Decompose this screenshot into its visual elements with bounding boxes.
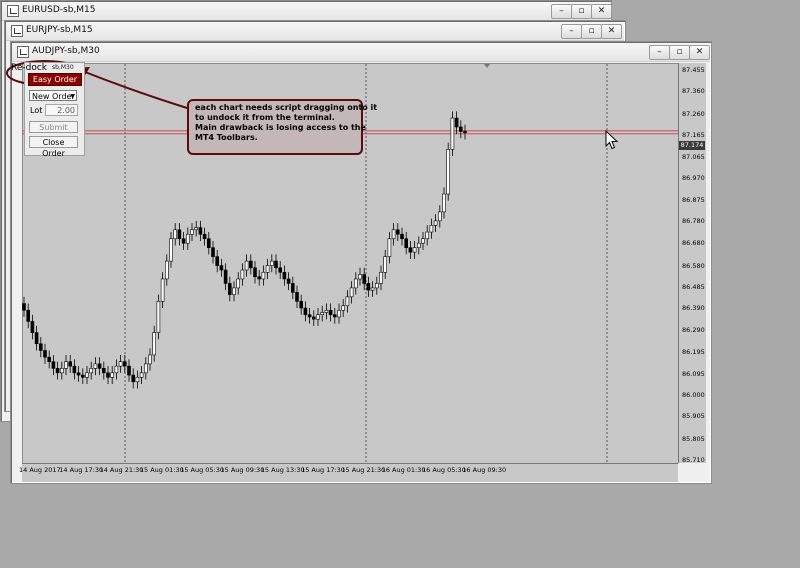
restore-icon: ▫ xyxy=(578,6,585,16)
time-tick-label: 14 Aug 21:30 xyxy=(99,466,144,474)
annotation-line: MT4 Toolbars. xyxy=(195,133,258,142)
price-tick-label: 87.260 xyxy=(682,109,705,118)
price-tick-label: 86.095 xyxy=(682,369,705,378)
price-tick-label: 86.970 xyxy=(682,174,705,183)
time-tick-label: 14 Aug 2017 xyxy=(19,466,61,474)
window-title: EURJPY-sb,M15 xyxy=(26,25,93,35)
price-tick-label: 87.360 xyxy=(682,87,705,96)
minimize-button[interactable]: – xyxy=(561,24,582,39)
price-tick-label: 86.195 xyxy=(682,347,705,356)
window-title: AUDJPY-sb,M30 xyxy=(32,46,100,56)
restore-icon: ▫ xyxy=(676,47,683,57)
time-tick-label: 15 Aug 21:30 xyxy=(341,466,386,474)
close-icon: ✕ xyxy=(695,47,704,57)
submit-button[interactable]: Submit xyxy=(29,121,78,133)
annotation-callout: each chart needs script dragging onto it… xyxy=(187,99,378,155)
time-tick-label: 16 Aug 05:30 xyxy=(422,466,466,474)
price-tick-label: 86.680 xyxy=(682,239,705,248)
annotation-line: to undock it from the terminal. xyxy=(195,113,335,122)
price-tick-label: 85.805 xyxy=(682,434,705,443)
close-icon: ✕ xyxy=(607,26,616,36)
restore-icon: ▫ xyxy=(588,26,595,36)
price-tick-label: 86.290 xyxy=(682,326,705,335)
chart-window-icon xyxy=(17,46,29,58)
minimize-icon: – xyxy=(559,6,564,16)
mouse-cursor-icon xyxy=(605,130,619,150)
timeframe-label: sb,M30 xyxy=(52,64,74,71)
annotation-line: each chart needs script dragging onto it xyxy=(195,103,378,112)
time-tick-label: 15 Aug 01:30 xyxy=(139,466,184,474)
minimize-button[interactable]: – xyxy=(551,4,572,19)
time-tick-label: 15 Aug 13:30 xyxy=(260,466,305,474)
window-titlebar[interactable]: AUDJPY-sb,M30 – ▫ ✕ xyxy=(12,43,710,62)
price-tick-label: 87.455 xyxy=(682,66,705,74)
lot-label: Lot xyxy=(30,106,43,115)
close-icon: ✕ xyxy=(597,6,606,16)
close-button[interactable]: ✕ xyxy=(601,24,622,39)
price-tick-label: 86.780 xyxy=(682,216,705,225)
current-price-label: 87.174 xyxy=(679,141,705,150)
time-tick-label: 14 Aug 17:30 xyxy=(59,466,104,474)
annotation-line: Main drawback is losing access to the xyxy=(195,123,366,132)
price-tick-label: 85.905 xyxy=(682,412,705,421)
window-titlebar[interactable]: EURUSD-sb,M15 – ▫ ✕ xyxy=(2,2,612,21)
chart-window-icon xyxy=(7,5,19,17)
minimize-icon: – xyxy=(569,26,574,36)
easy-order-button[interactable]: Easy Order xyxy=(28,73,82,86)
minimize-button[interactable]: – xyxy=(649,45,670,60)
time-tick-label: 15 Aug 17:30 xyxy=(301,466,345,474)
price-tick-label: 85.710 xyxy=(682,456,705,464)
minimize-icon: – xyxy=(657,47,662,57)
close-button[interactable]: ✕ xyxy=(689,45,710,60)
price-tick-label: 86.485 xyxy=(682,282,705,291)
time-tick-label: 16 Aug 01:30 xyxy=(381,466,426,474)
chevron-down-icon: ▼ xyxy=(70,93,75,100)
maximize-button[interactable]: ▫ xyxy=(581,24,602,39)
window-title: EURUSD-sb,M15 xyxy=(22,5,96,15)
time-tick-label: 15 Aug 05:30 xyxy=(180,466,225,474)
price-tick-label: 87.165 xyxy=(682,130,705,139)
chart-window-icon xyxy=(11,25,23,37)
maximize-button[interactable]: ▫ xyxy=(669,45,690,60)
price-tick-label: 86.390 xyxy=(682,304,705,313)
time-tick-label: 16 Aug 09:30 xyxy=(462,466,507,474)
window-titlebar[interactable]: EURJPY-sb,M15 – ▫ ✕ xyxy=(6,22,624,41)
maximize-button[interactable]: ▫ xyxy=(571,4,592,19)
price-tick-label: 86.875 xyxy=(682,195,705,204)
order-type-value: New Order xyxy=(32,92,75,101)
order-type-select[interactable]: New Order ▼ xyxy=(29,90,77,101)
time-tick-label: 15 Aug 09:30 xyxy=(220,466,265,474)
close-order-button[interactable]: Close Order xyxy=(29,136,78,158)
price-tick-label: 87.065 xyxy=(682,153,705,162)
close-button[interactable]: ✕ xyxy=(591,4,612,19)
price-tick-label: 86.000 xyxy=(682,391,705,400)
lot-input[interactable]: 2.00 xyxy=(45,104,78,116)
price-tick-label: 86.580 xyxy=(682,261,705,270)
